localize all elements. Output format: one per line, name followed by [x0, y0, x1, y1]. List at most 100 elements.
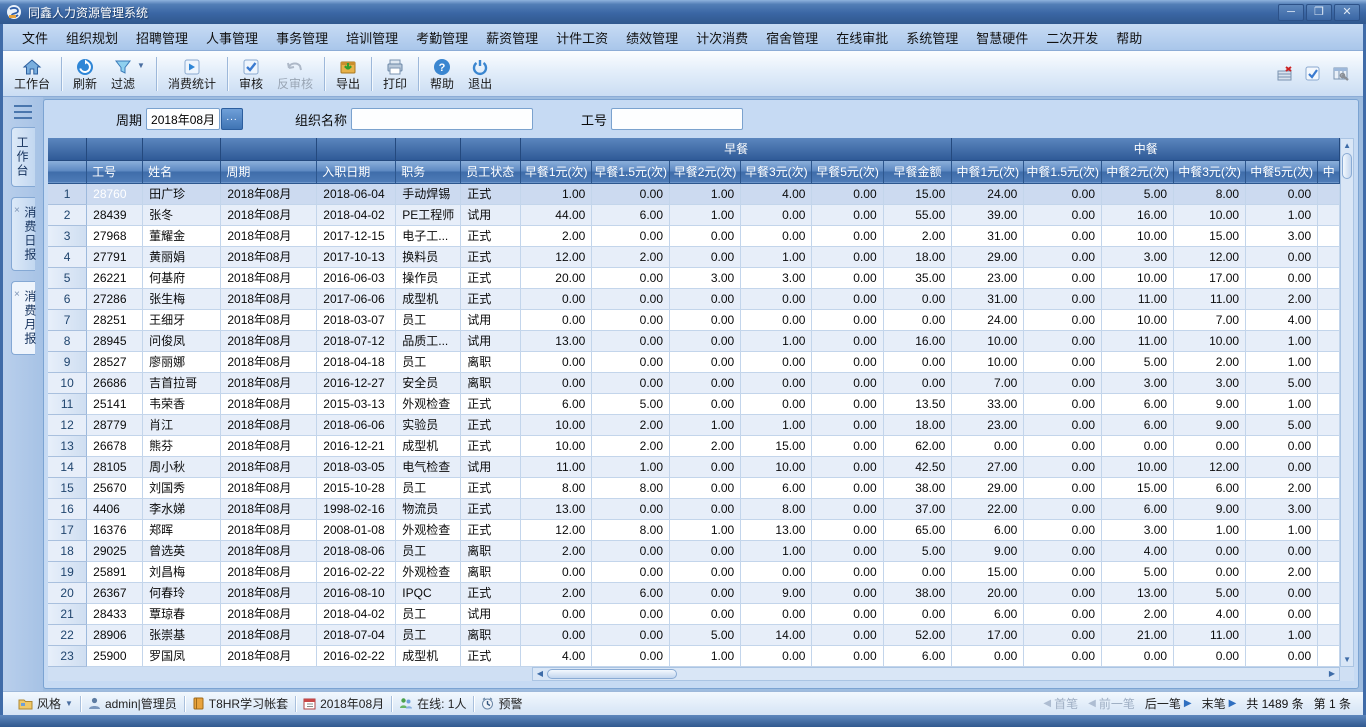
grid-cell[interactable]: 2018年08月 — [221, 309, 317, 330]
first-record-button[interactable]: ◀首笔 — [1043, 695, 1078, 712]
grid-cell[interactable]: 5.00 — [592, 393, 670, 414]
grid-cell[interactable]: 6.00 — [952, 519, 1024, 540]
grid-cell[interactable]: 2018年08月 — [221, 204, 317, 225]
grid-cell[interactable]: 1.00 — [670, 645, 741, 666]
grid-cell[interactable]: 35.00 — [883, 267, 952, 288]
grid-cell[interactable]: 正式 — [461, 435, 521, 456]
grid-cell[interactable]: 5.00 — [1102, 183, 1174, 204]
grid-cell[interactable]: 11.00 — [521, 456, 592, 477]
grid-cell[interactable] — [1318, 183, 1340, 204]
grid-cell[interactable]: 2018年08月 — [221, 393, 317, 414]
column-header[interactable]: 员工状态 — [461, 160, 521, 183]
grid-cell[interactable]: 15.00 — [883, 183, 952, 204]
grid-cell[interactable]: 0.00 — [812, 435, 883, 456]
grid-cell[interactable]: 10.00 — [741, 456, 812, 477]
grid-cell[interactable]: 2018-04-02 — [317, 204, 396, 225]
grid-cell[interactable]: 0.00 — [1246, 603, 1318, 624]
grid-cell[interactable]: 离职 — [461, 624, 521, 645]
grid-cell[interactable]: 6.00 — [592, 582, 670, 603]
grid-cell[interactable]: 1.00 — [1246, 330, 1318, 351]
grid-cell[interactable]: 3.00 — [1246, 498, 1318, 519]
grid-cell[interactable]: 2015-10-28 — [317, 477, 396, 498]
grid-cell[interactable]: 0.00 — [741, 309, 812, 330]
menu-item[interactable]: 薪资管理 — [477, 25, 547, 50]
grid-cell[interactable] — [1318, 246, 1340, 267]
grid-cell[interactable]: 5.00 — [1246, 372, 1318, 393]
grid-cell[interactable]: 2018-07-12 — [317, 330, 396, 351]
grid-cell[interactable]: 2.00 — [592, 246, 670, 267]
alert-status[interactable]: 预警 — [474, 692, 529, 715]
grid-cell[interactable]: 29.00 — [952, 477, 1024, 498]
grid-cell[interactable]: 离职 — [461, 372, 521, 393]
menu-item[interactable]: 计次消费 — [687, 25, 757, 50]
grid-cell[interactable]: 0.00 — [1024, 225, 1102, 246]
column-header[interactable]: 中餐1元(次) — [952, 160, 1024, 183]
grid-cell[interactable] — [1318, 603, 1340, 624]
grid-cell[interactable]: 0.00 — [1024, 624, 1102, 645]
grid-cell[interactable]: 0.00 — [1024, 372, 1102, 393]
grid-cell[interactable]: 0.00 — [592, 603, 670, 624]
grid-cell[interactable]: 16.00 — [883, 330, 952, 351]
grid-cell[interactable]: 0.00 — [741, 603, 812, 624]
grid-cell[interactable] — [1318, 519, 1340, 540]
grid-cell[interactable]: 12.00 — [1174, 456, 1246, 477]
grid-cell[interactable]: 13.00 — [521, 330, 592, 351]
row-indicator[interactable]: 10 — [48, 372, 87, 393]
row-indicator[interactable]: 2 — [48, 204, 87, 225]
grid-cell[interactable]: 8.00 — [741, 498, 812, 519]
grid-cell[interactable]: 0.00 — [592, 645, 670, 666]
grid-cell[interactable]: 0.00 — [521, 372, 592, 393]
grid-cell[interactable]: 正式 — [461, 582, 521, 603]
grid-cell[interactable]: 0.00 — [1024, 456, 1102, 477]
grid-cell[interactable]: 3.00 — [1102, 372, 1174, 393]
grid-cell[interactable]: 0.00 — [670, 603, 741, 624]
grid-cell[interactable]: 0.00 — [670, 456, 741, 477]
grid-cell[interactable]: 2016-02-22 — [317, 561, 396, 582]
grid-cell[interactable]: 0.00 — [1246, 540, 1318, 561]
side-tab[interactable]: ×消费日报 — [11, 197, 35, 271]
grid-cell[interactable]: 0.00 — [812, 372, 883, 393]
grid-cell[interactable]: 肖江 — [143, 414, 221, 435]
grid-cell[interactable]: 0.00 — [1246, 456, 1318, 477]
filter-dropdown-icon[interactable]: ▼ — [137, 61, 145, 70]
grid-cell[interactable]: 0.00 — [1024, 582, 1102, 603]
menu-item[interactable]: 绩效管理 — [617, 25, 687, 50]
grid-cell[interactable]: 1.00 — [741, 246, 812, 267]
grid-cell[interactable]: 0.00 — [670, 330, 741, 351]
grid-cell[interactable]: 2018-03-07 — [317, 309, 396, 330]
grid-cell[interactable]: 2018年08月 — [221, 330, 317, 351]
grid-cell[interactable]: 4.00 — [521, 645, 592, 666]
grid-cell[interactable]: 2.00 — [521, 582, 592, 603]
grid-cell[interactable]: 10.00 — [521, 414, 592, 435]
grid-cell[interactable]: 26678 — [87, 435, 143, 456]
horizontal-scroll-thumb[interactable] — [547, 669, 677, 679]
grid-cell[interactable]: 0.00 — [1024, 288, 1102, 309]
row-indicator[interactable]: 21 — [48, 603, 87, 624]
grid-cell[interactable] — [1318, 582, 1340, 603]
grid-cell[interactable]: 0.00 — [1174, 435, 1246, 456]
grid-cell[interactable]: 0.00 — [670, 246, 741, 267]
grid-cell[interactable]: 2018年08月 — [221, 561, 317, 582]
grid-cell[interactable] — [1318, 645, 1340, 666]
row-indicator[interactable]: 11 — [48, 393, 87, 414]
grid-cell[interactable]: 0.00 — [883, 288, 952, 309]
grid-cell[interactable]: 0.00 — [521, 288, 592, 309]
menu-item[interactable]: 二次开发 — [1037, 25, 1107, 50]
grid-cell[interactable]: 1.00 — [741, 330, 812, 351]
grid-settings-icon[interactable] — [1331, 64, 1351, 84]
grid-cell[interactable]: 0.00 — [1102, 435, 1174, 456]
grid-cell[interactable]: 正式 — [461, 183, 521, 204]
menu-item[interactable]: 计件工资 — [547, 25, 617, 50]
menu-item[interactable]: 培训管理 — [337, 25, 407, 50]
grid-cell[interactable]: 2016-02-22 — [317, 645, 396, 666]
grid-cell[interactable]: 0.00 — [741, 204, 812, 225]
grid-cell[interactable]: 0.00 — [1246, 183, 1318, 204]
grid-cell[interactable]: 7.00 — [952, 372, 1024, 393]
column-header[interactable]: 中餐5元(次) — [1246, 160, 1318, 183]
last-record-button[interactable]: 末笔▶ — [1202, 695, 1237, 712]
grid-cell[interactable]: 24.00 — [952, 309, 1024, 330]
grid-cell[interactable]: 0.00 — [1024, 351, 1102, 372]
grid-cell[interactable]: 0.00 — [1024, 519, 1102, 540]
workbench-button[interactable]: 工作台 — [7, 55, 57, 93]
grid-cell[interactable]: 15.00 — [741, 435, 812, 456]
